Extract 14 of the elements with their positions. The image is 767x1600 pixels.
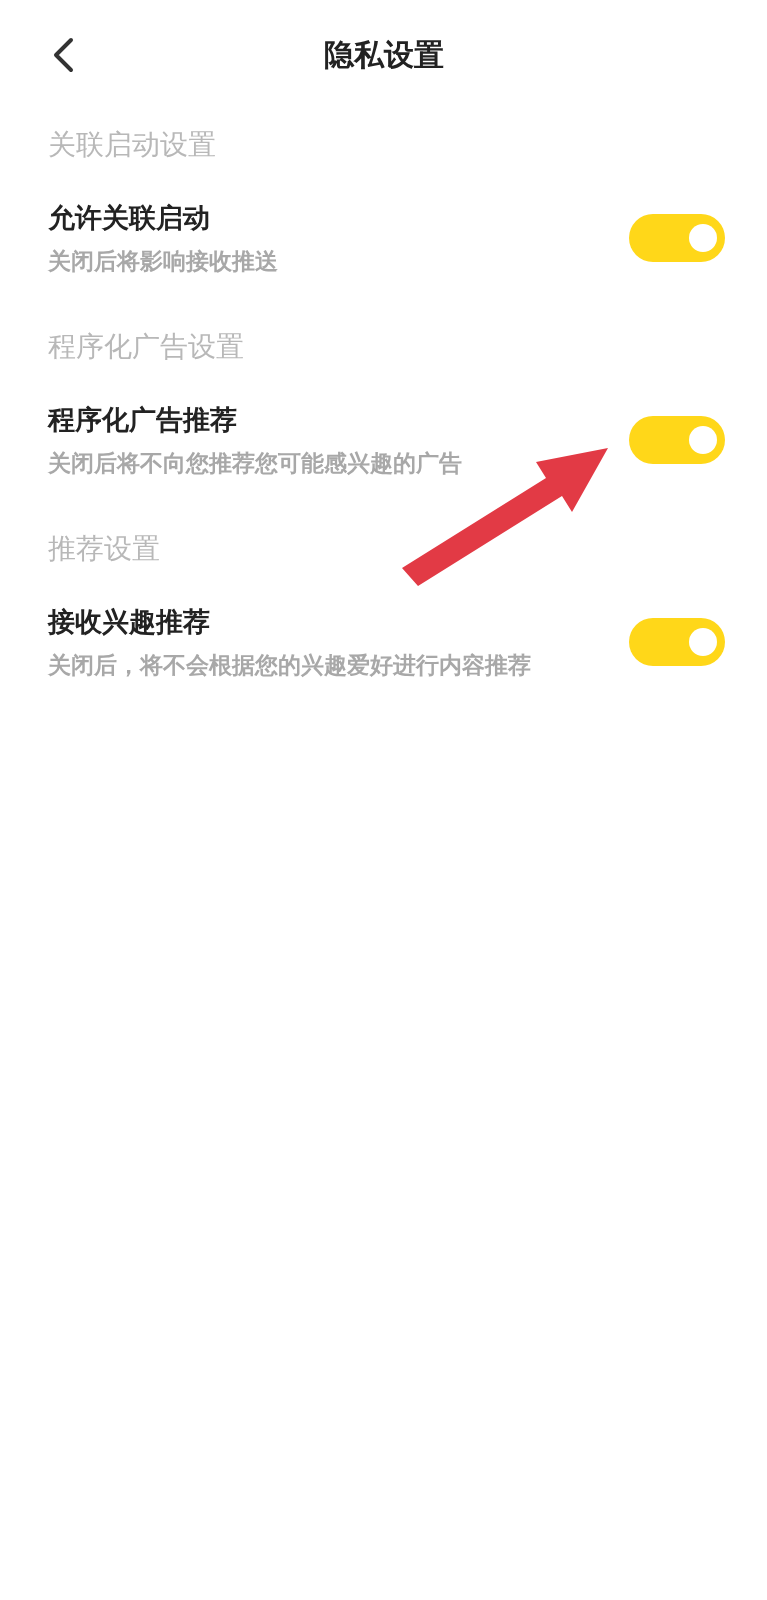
setting-title: 允许关联启动 — [48, 201, 211, 235]
toggle-switch[interactable] — [629, 214, 725, 262]
setting-description: 关闭后将影响接收推送 — [48, 248, 278, 274]
back-icon — [52, 37, 74, 73]
page-title: 隐私设置 — [323, 35, 444, 74]
toggle-switch[interactable] — [629, 618, 725, 666]
toggle-switch[interactable] — [629, 416, 725, 464]
section-label: 关联启动设置 — [48, 127, 216, 163]
section-label: 推荐设置 — [48, 531, 160, 567]
setting-title: 程序化广告推荐 — [48, 403, 238, 437]
setting-description: 关闭后将不向您推荐您可能感兴趣的广告 — [48, 450, 462, 476]
section-label: 程序化广告设置 — [48, 329, 244, 365]
setting-description: 关闭后，将不会根据您的兴趣爱好进行内容推荐 — [48, 652, 531, 678]
setting-title: 接收兴趣推荐 — [48, 605, 211, 639]
